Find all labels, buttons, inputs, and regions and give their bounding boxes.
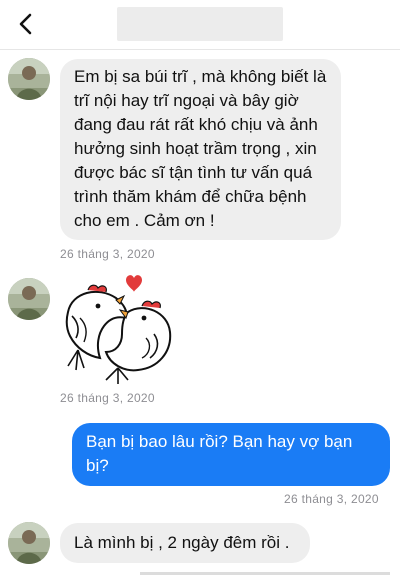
message-bubble-incoming[interactable]: Em bị sa búi trĩ , mà không biết là trĩ …	[60, 59, 341, 240]
contact-avatar[interactable]	[8, 278, 50, 320]
chat-header	[0, 0, 400, 50]
message-timestamp: 26 tháng 3, 2020	[60, 247, 155, 261]
chevron-left-icon	[19, 13, 32, 35]
message-bubble-incoming[interactable]: Là mình bị , 2 ngày đêm rồi .	[60, 523, 310, 563]
message-bubble-outgoing[interactable]: Bạn bị bao lâu rồi? Bạn hay vợ bạn bị?	[72, 423, 390, 486]
kissing-chickens-sticker[interactable]	[58, 272, 178, 388]
contact-avatar[interactable]	[8, 58, 50, 100]
back-button[interactable]	[10, 8, 42, 40]
contact-name-redacted[interactable]	[117, 7, 283, 41]
message-timestamp: 26 tháng 3, 2020	[60, 391, 155, 405]
contact-avatar[interactable]	[8, 522, 50, 564]
message-timestamp: 26 tháng 3, 2020	[284, 492, 379, 506]
